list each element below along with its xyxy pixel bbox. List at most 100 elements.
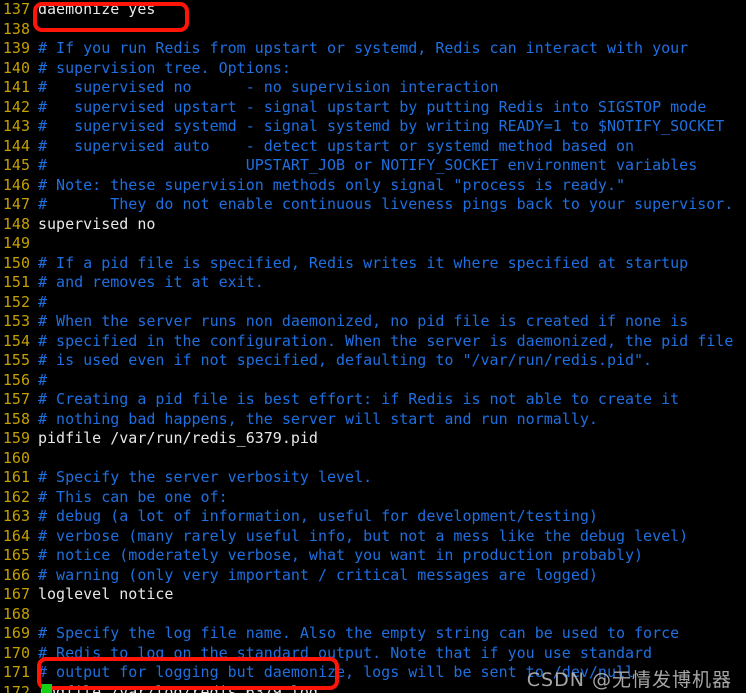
editor-line[interactable]: 154 # specified in the configuration. Whe… bbox=[0, 332, 746, 352]
line-number: 162 bbox=[2, 487, 30, 506]
line-text: # supervised no - no supervision interac… bbox=[38, 78, 499, 96]
line-number: 156 bbox=[2, 370, 30, 389]
terminal-cursor bbox=[42, 684, 52, 693]
line-number: 150 bbox=[2, 253, 30, 272]
editor-line[interactable]: 158 # nothing bad happens, the server wil… bbox=[0, 410, 746, 430]
line-number: 170 bbox=[2, 643, 30, 662]
editor-line[interactable]: 139 # If you run Redis from upstart or sy… bbox=[0, 39, 746, 59]
line-number: 149 bbox=[2, 234, 30, 252]
editor-line[interactable]: 153 # When the server runs non daemonized… bbox=[0, 312, 746, 332]
line-number: 167 bbox=[2, 585, 30, 603]
line-number: 164 bbox=[2, 526, 30, 545]
line-text: loglevel notice bbox=[38, 585, 174, 603]
line-text: # supervised auto - detect upstart or sy… bbox=[38, 136, 635, 155]
editor-line[interactable]: 157 # Creating a pid file is best effort:… bbox=[0, 390, 746, 410]
line-number: 151 bbox=[2, 273, 30, 291]
editor-line[interactable]: 148 supervised no bbox=[0, 215, 746, 235]
line-text: # Note: these supervision methods only s… bbox=[38, 175, 625, 194]
line-number: 161 bbox=[2, 468, 30, 486]
line-number: 172 bbox=[2, 682, 30, 693]
line-text: # bbox=[38, 370, 48, 389]
line-number: 152 bbox=[2, 292, 30, 311]
editor-line[interactable]: 167 loglevel notice bbox=[0, 585, 746, 605]
line-text: # specified in the configuration. When t… bbox=[38, 331, 734, 350]
editor-line[interactable]: 166 # warning (only very important / crit… bbox=[0, 566, 746, 586]
line-number: 142 bbox=[2, 97, 30, 116]
line-number: 144 bbox=[2, 136, 30, 155]
editor-line[interactable]: 145 # UPSTART_JOB or NOTIFY_SOCKET enviro… bbox=[0, 156, 746, 176]
line-number: 168 bbox=[2, 604, 30, 623]
line-text: # bbox=[38, 292, 48, 311]
line-text: # nothing bad happens, the server will s… bbox=[38, 409, 598, 428]
line-text: # When the server runs non daemonized, n… bbox=[38, 312, 689, 330]
line-number: 171 bbox=[2, 663, 30, 681]
editor-line[interactable]: 147 # They do not enable continuous liven… bbox=[0, 195, 746, 215]
editor-line[interactable]: 156 # bbox=[0, 371, 746, 391]
editor-line[interactable]: 161 # Specify the server verbosity level. bbox=[0, 468, 746, 488]
editor-line[interactable]: 140 # supervision tree. Options: bbox=[0, 59, 746, 79]
line-number: 146 bbox=[2, 175, 30, 194]
editor-line[interactable]: 165 # notice (moderately verbose, what yo… bbox=[0, 546, 746, 566]
line-text: # If a pid file is specified, Redis writ… bbox=[38, 253, 689, 272]
editor-line[interactable]: 168 bbox=[0, 605, 746, 625]
line-number: 155 bbox=[2, 351, 30, 369]
line-text: # is used even if not specified, default… bbox=[38, 351, 653, 369]
line-number: 158 bbox=[2, 409, 30, 428]
line-text: # If you run Redis from upstart or syste… bbox=[38, 39, 689, 57]
line-number: 145 bbox=[2, 156, 30, 174]
line-number: 163 bbox=[2, 507, 30, 525]
line-text: logfile /var/log/redis_6379.log bbox=[38, 682, 318, 693]
line-number: 147 bbox=[2, 195, 30, 213]
line-number: 143 bbox=[2, 117, 30, 135]
line-text: # Creating a pid file is best effort: if… bbox=[38, 390, 680, 408]
line-number: 137 bbox=[2, 0, 30, 18]
line-text: # Specify the log file name. Also the em… bbox=[38, 624, 680, 642]
editor-line[interactable]: 141 # supervised no - no supervision inte… bbox=[0, 78, 746, 98]
line-text: # and removes it at exit. bbox=[38, 273, 264, 291]
line-number: 165 bbox=[2, 546, 30, 564]
editor-line[interactable]: 142 # supervised upstart - signal upstart… bbox=[0, 98, 746, 118]
terminal-window: 137 daemonize yes 138 139 # If you run Redis… bbox=[0, 0, 746, 693]
editor-line[interactable]: 150 # If a pid file is specified, Redis w… bbox=[0, 254, 746, 274]
line-number: 141 bbox=[2, 78, 30, 96]
line-text: # supervision tree. Options: bbox=[38, 58, 291, 77]
line-text: pidfile /var/run/redis_6379.pid bbox=[38, 429, 318, 447]
editor-line[interactable]: 143 # supervised systemd - signal systemd… bbox=[0, 117, 746, 137]
editor-line[interactable]: 155 # is used even if not specified, defa… bbox=[0, 351, 746, 371]
line-number: 153 bbox=[2, 312, 30, 330]
line-text: # notice (moderately verbose, what you w… bbox=[38, 546, 644, 564]
line-number: 148 bbox=[2, 214, 30, 233]
line-number: 140 bbox=[2, 58, 30, 77]
editor-line[interactable]: 169 # Specify the log file name. Also the… bbox=[0, 624, 746, 644]
watermark-text: CSDN @无情发博机器 bbox=[526, 668, 732, 691]
config-file-editor[interactable]: 137 daemonize yes 138 139 # If you run Redis… bbox=[0, 0, 746, 693]
line-text: # UPSTART_JOB or NOTIFY_SOCKET environme… bbox=[38, 156, 698, 174]
editor-line[interactable]: 149 bbox=[0, 234, 746, 254]
editor-line[interactable]: 138 bbox=[0, 20, 746, 40]
editor-line[interactable]: 146 # Note: these supervision methods onl… bbox=[0, 176, 746, 196]
editor-line[interactable]: 163 # debug (a lot of information, useful… bbox=[0, 507, 746, 527]
line-number: 166 bbox=[2, 565, 30, 584]
editor-line[interactable]: 170 # Redis to log on the standard output… bbox=[0, 644, 746, 664]
line-text: daemonize yes bbox=[38, 0, 156, 18]
line-text: # supervised systemd - signal systemd by… bbox=[38, 117, 725, 135]
line-number: 138 bbox=[2, 19, 30, 38]
line-text: # supervised upstart - signal upstart by… bbox=[38, 97, 707, 116]
line-number: 169 bbox=[2, 624, 30, 642]
line-number: 160 bbox=[2, 448, 30, 467]
editor-line[interactable]: 164 # verbose (many rarely useful info, b… bbox=[0, 527, 746, 547]
editor-line[interactable]: 160 bbox=[0, 449, 746, 469]
editor-line[interactable]: 151 # and removes it at exit. bbox=[0, 273, 746, 293]
editor-line[interactable]: 144 # supervised auto - detect upstart or… bbox=[0, 137, 746, 157]
line-number: 139 bbox=[2, 39, 30, 57]
line-text: # warning (only very important / critica… bbox=[38, 565, 598, 584]
line-text: # debug (a lot of information, useful fo… bbox=[38, 507, 598, 525]
line-number: 154 bbox=[2, 331, 30, 350]
line-text: # This can be one of: bbox=[38, 487, 228, 506]
line-text: # Redis to log on the standard output. N… bbox=[38, 643, 653, 662]
editor-line[interactable]: 137 daemonize yes bbox=[0, 0, 746, 20]
editor-line[interactable]: 152 # bbox=[0, 293, 746, 313]
editor-line[interactable]: 159 pidfile /var/run/redis_6379.pid bbox=[0, 429, 746, 449]
editor-line[interactable]: 162 # This can be one of: bbox=[0, 488, 746, 508]
line-text: supervised no bbox=[38, 214, 156, 233]
